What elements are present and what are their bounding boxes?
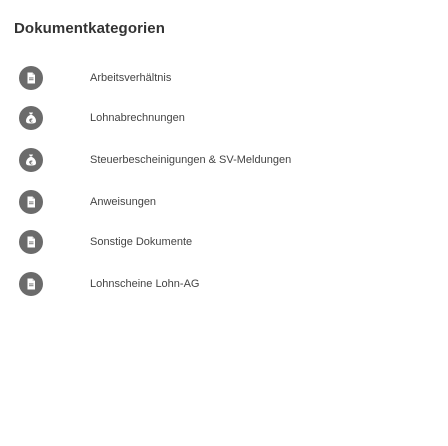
- document-categories-panel: Dokumentkategorien Arbeitsverhältnis € L…: [0, 0, 448, 446]
- category-item-anweisungen[interactable]: Anweisungen: [0, 184, 448, 220]
- category-item-lohnscheine-lohn-ag[interactable]: Lohnscheine Lohn-AG: [0, 266, 448, 302]
- category-label: Lohnabrechnungen: [90, 112, 185, 124]
- category-item-arbeitsverhaeltnis[interactable]: Arbeitsverhältnis: [0, 60, 448, 96]
- money-bag-icon: €: [19, 106, 43, 130]
- category-label: Steuerbescheinigungen & SV-Meldungen: [90, 154, 292, 166]
- document-icon: [19, 230, 43, 254]
- category-label: Sonstige Dokumente: [90, 236, 193, 248]
- money-bag-icon: €: [19, 148, 43, 172]
- page-title: Dokumentkategorien: [14, 20, 165, 37]
- document-icon: [19, 66, 43, 90]
- category-label: Arbeitsverhältnis: [90, 72, 172, 84]
- category-item-sonstige-dokumente[interactable]: Sonstige Dokumente: [0, 224, 448, 260]
- document-icon: [19, 190, 43, 214]
- document-icon: [19, 272, 43, 296]
- category-label: Lohnscheine Lohn-AG: [90, 278, 200, 290]
- category-item-steuerbescheinigungen[interactable]: € Steuerbescheinigungen & SV-Meldungen: [0, 142, 448, 178]
- category-item-lohnabrechnungen[interactable]: € Lohnabrechnungen: [0, 100, 448, 136]
- category-label: Anweisungen: [90, 196, 157, 208]
- svg-text:€: €: [28, 118, 33, 124]
- svg-text:€: €: [28, 160, 33, 166]
